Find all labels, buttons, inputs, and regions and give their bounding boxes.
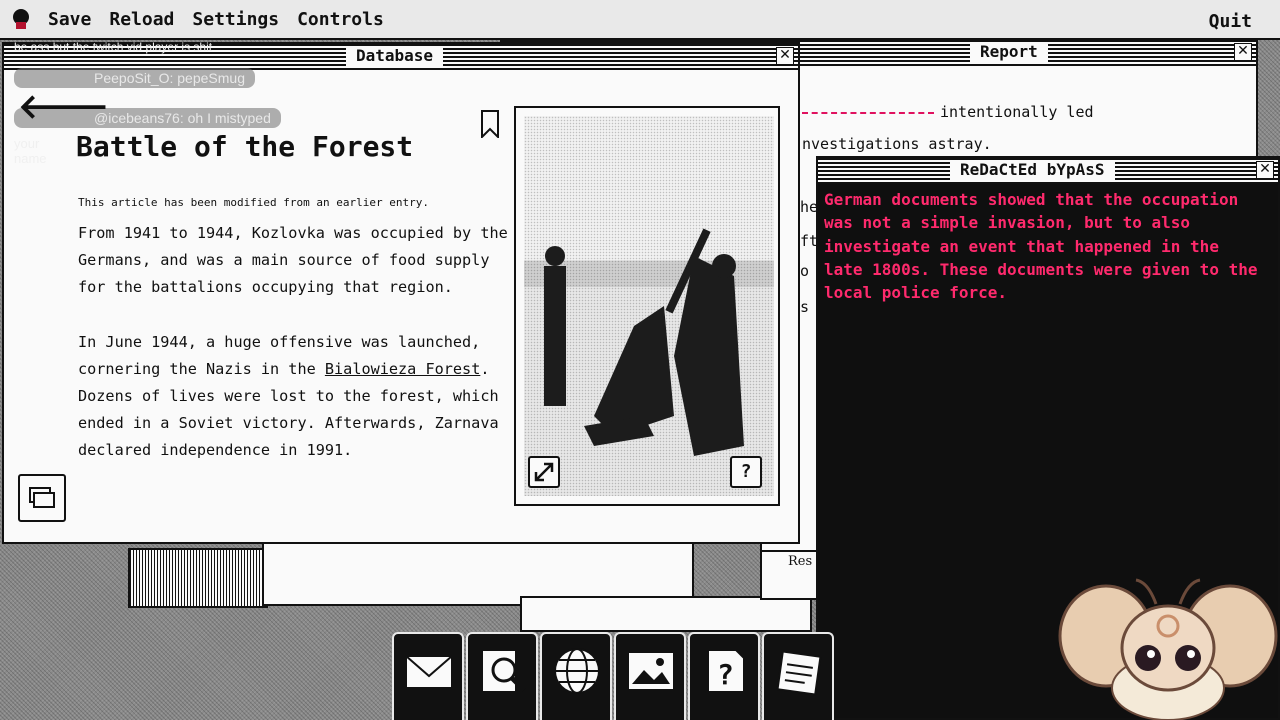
back-arrow-icon[interactable]: 🡐 <box>18 86 109 127</box>
redacted-titlebar[interactable]: ReDaCtEd bYpAsS ✕ <box>818 158 1278 184</box>
bialowieza-forest-link[interactable]: Bialowieza Forest <box>325 360 480 378</box>
help-doc-icon: ? <box>707 649 745 693</box>
article-photo <box>524 116 774 496</box>
report-fragment: s <box>800 298 810 316</box>
menu-reload[interactable]: Reload <box>109 9 174 30</box>
database-close-button[interactable]: ✕ <box>776 47 794 65</box>
report-fragment: o <box>800 262 810 280</box>
report-close-button[interactable]: ✕ <box>1234 43 1252 61</box>
dock: ? <box>392 632 834 720</box>
modified-note: This article has been modified from an e… <box>78 196 429 209</box>
svg-text:?: ? <box>717 658 734 691</box>
menu-quit[interactable]: Quit <box>1209 11 1252 32</box>
expand-photo-button[interactable] <box>528 456 560 488</box>
dock-browser[interactable] <box>540 632 612 720</box>
search-doc-icon <box>481 649 526 693</box>
report-line-2: nvestigations astray. <box>802 135 992 153</box>
redacted-text: German documents showed that the occupat… <box>824 190 1268 303</box>
soldiers-photo-illustration <box>544 228 744 456</box>
app-logo-icon <box>13 9 29 29</box>
bookmark-icon[interactable] <box>480 110 500 138</box>
article-paragraph-2: In June 1944, a huge offensive was launc… <box>78 329 514 464</box>
dock-database[interactable] <box>466 632 538 720</box>
background-window <box>128 548 268 608</box>
report-body: intentionally led nvestigations astray. <box>802 96 1094 160</box>
res-label: Res <box>788 554 813 569</box>
chat-message-cont: your name <box>14 136 47 166</box>
article-photo-frame <box>514 106 780 506</box>
chat-message: be ass but the twitch vid player is shit <box>14 40 213 54</box>
menu-settings[interactable]: Settings <box>192 9 279 30</box>
photo-help-button[interactable]: ? <box>730 456 762 488</box>
dock-mail[interactable] <box>392 632 464 720</box>
image-icon <box>627 651 675 691</box>
dock-notes[interactable] <box>762 632 834 720</box>
redacted-title: ReDaCtEd bYpAsS <box>950 160 1115 180</box>
mail-icon <box>405 655 453 689</box>
background-window <box>520 596 812 632</box>
report-line-1: intentionally led <box>940 103 1094 121</box>
article-paragraph-1: From 1941 to 1944, Kozlovka was occupied… <box>78 224 508 296</box>
database-title: Database <box>346 46 444 66</box>
redacted-close-button[interactable]: ✕ <box>1256 161 1274 179</box>
article-title: Battle of the Forest <box>76 130 414 163</box>
notes-icon <box>776 650 822 696</box>
windows-toggle-button[interactable] <box>18 474 66 522</box>
windows-icon <box>29 487 55 508</box>
menu-controls[interactable]: Controls <box>297 9 384 30</box>
menu-save[interactable]: Save <box>48 9 91 30</box>
moth-mascot <box>1058 578 1278 720</box>
dock-help[interactable]: ? <box>688 632 760 720</box>
menu-bar: Save Reload Settings Controls Quit <box>0 0 1280 40</box>
redaction-line <box>802 111 934 114</box>
report-titlebar[interactable]: Report ✕ <box>762 40 1256 66</box>
report-title: Report <box>970 42 1048 62</box>
dock-gallery[interactable] <box>614 632 686 720</box>
expand-icon <box>534 462 554 482</box>
chat-message: PeepoSit_O: pepeSmug <box>14 68 255 88</box>
globe-icon <box>554 648 600 694</box>
